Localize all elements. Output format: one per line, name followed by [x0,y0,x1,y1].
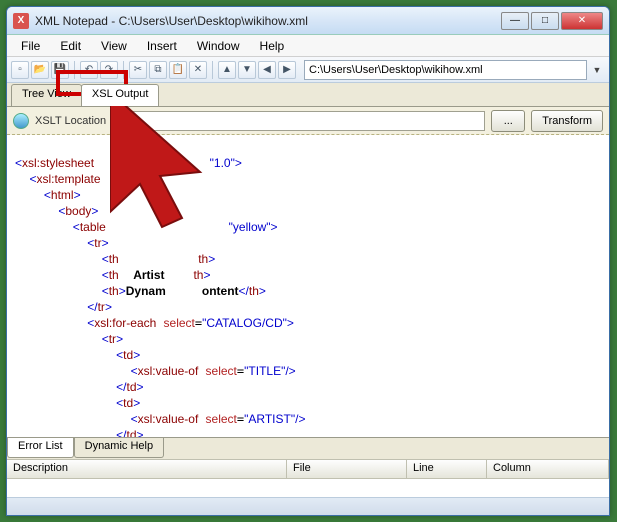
browse-button[interactable]: ... [491,110,525,132]
menu-view[interactable]: View [91,37,137,55]
window-title: XML Notepad - C:\Users\User\Desktop\wiki… [35,14,501,28]
separator [74,61,75,79]
delete-button[interactable]: ✕ [189,61,207,79]
redo-button[interactable]: ↷ [100,61,118,79]
separator [212,61,213,79]
app-icon: X [13,13,29,29]
error-grid-header: Description File Line Column [7,459,609,479]
menu-window[interactable]: Window [187,37,250,55]
col-file[interactable]: File [287,460,407,478]
cut-button[interactable]: ✂ [129,61,147,79]
transform-button[interactable]: Transform [531,110,603,132]
ie-icon [13,113,29,129]
new-button[interactable]: ▫ [11,61,29,79]
path-dropdown-icon[interactable]: ▼ [589,60,605,80]
moveright-button[interactable]: ▶ [278,61,296,79]
code-view[interactable]: <xsl:stylesheet "1.0"> <xsl:template <ht… [7,135,609,437]
undo-button[interactable]: ↶ [80,61,98,79]
menu-edit[interactable]: Edit [50,37,91,55]
error-grid-body[interactable] [7,479,609,497]
open-button[interactable]: 📂 [31,61,49,79]
separator [123,61,124,79]
save-button[interactable]: 💾 [51,61,69,79]
movedown-button[interactable]: ▼ [238,61,256,79]
main-tabs: Tree View XSL Output [7,83,609,107]
copy-button[interactable]: ⧉ [149,61,167,79]
moveleft-button[interactable]: ◀ [258,61,276,79]
statusbar [7,497,609,515]
col-line[interactable]: Line [407,460,487,478]
minimize-button[interactable]: — [501,12,529,30]
col-column[interactable]: Column [487,460,609,478]
path-input[interactable]: C:\Users\User\Desktop\wikihow.xml [304,60,587,80]
tab-dynamic-help[interactable]: Dynamic Help [74,438,164,458]
paste-button[interactable]: 📋 [169,61,187,79]
titlebar[interactable]: X XML Notepad - C:\Users\User\Desktop\wi… [7,7,609,35]
menubar: File Edit View Insert Window Help [7,35,609,57]
moveup-button[interactable]: ▲ [218,61,236,79]
menu-help[interactable]: Help [250,37,295,55]
xslt-location-input[interactable] [112,111,485,131]
tab-error-list[interactable]: Error List [7,438,74,458]
tab-xsl-output[interactable]: XSL Output [81,84,159,106]
toolbar: ▫ 📂 💾 ↶ ↷ ✂ ⧉ 📋 ✕ ▲ ▼ ◀ ▶ C:\Users\User\… [7,57,609,83]
close-button[interactable]: ✕ [561,12,603,30]
xsl-toolbar: XSLT Location ... Transform [7,107,609,135]
maximize-button[interactable]: □ [531,12,559,30]
tab-tree-view[interactable]: Tree View [11,84,82,106]
xslt-location-label: XSLT Location [35,115,106,127]
menu-insert[interactable]: Insert [137,37,187,55]
app-window: X XML Notepad - C:\Users\User\Desktop\wi… [6,6,610,516]
menu-file[interactable]: File [11,37,50,55]
bottom-tabs: Error List Dynamic Help [7,437,609,459]
col-description[interactable]: Description [7,460,287,478]
